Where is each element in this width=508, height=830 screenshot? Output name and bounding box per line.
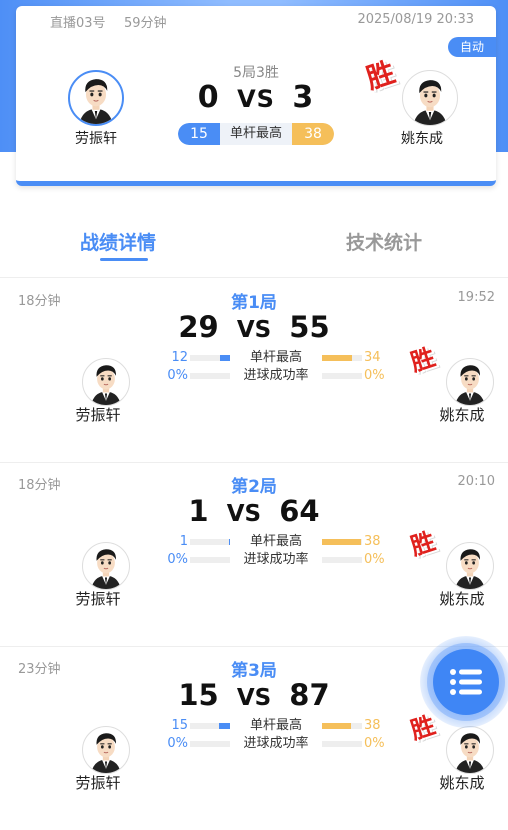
- tab-bar: 战绩详情 技术统计: [0, 210, 508, 270]
- score-left: 1: [188, 494, 209, 528]
- player-left-avatar[interactable]: [82, 726, 130, 774]
- stat-pot-success: 0% 进球成功率 0%: [160, 736, 392, 752]
- stat-left-bar: [190, 741, 230, 747]
- player-avatar-icon: [85, 543, 127, 589]
- player-right-avatar[interactable]: [402, 70, 458, 126]
- stat-high-break: 15 单杆最高 38: [160, 718, 392, 734]
- stat-right-bar: [322, 373, 362, 379]
- score-right: 64: [279, 494, 320, 528]
- player-right-name: 姚东成: [439, 406, 485, 424]
- menu-fab-button[interactable]: [433, 649, 499, 715]
- score-left: 15: [178, 678, 219, 712]
- player-right-avatar[interactable]: [446, 726, 494, 774]
- player-avatar-icon: [85, 359, 127, 405]
- player-left-name: 劳振轩: [75, 774, 121, 792]
- room-label: 直播03号: [50, 16, 106, 31]
- stat-high-break: 1 单杆最高 38: [160, 534, 392, 550]
- vs-label: VS: [226, 501, 262, 527]
- high-break-left: 15: [178, 123, 220, 145]
- player-avatar-icon: [449, 543, 491, 589]
- stat-high-break: 12 单杆最高 34: [160, 350, 392, 366]
- player-left-name: 劳振轩: [75, 406, 121, 424]
- score-right: 3: [292, 80, 315, 115]
- stat-left-value: 12: [171, 350, 188, 365]
- player-avatar-icon: [449, 359, 491, 405]
- stat-left-bar: [190, 539, 230, 545]
- stat-label: 进球成功率: [243, 736, 309, 751]
- stat-left-value: 0%: [167, 736, 188, 751]
- game-card-1[interactable]: 18分钟 19:52 第1局 29 VS 55 12 单杆最高 34 0% 进球…: [0, 278, 508, 462]
- player-avatar-icon: [85, 727, 127, 773]
- stat-pot-success: 0% 进球成功率 0%: [160, 368, 392, 384]
- stat-left-value: 0%: [167, 552, 188, 567]
- player-avatar-icon: [449, 727, 491, 773]
- tab-active-indicator: [100, 258, 148, 261]
- high-break-label: 单杆最高: [229, 126, 282, 141]
- vs-label: VS: [236, 317, 272, 343]
- player-right-avatar[interactable]: [446, 542, 494, 590]
- match-duration: 59分钟: [124, 16, 167, 31]
- player-left-name: 劳振轩: [75, 131, 117, 147]
- stat-left-fill: [218, 723, 230, 729]
- stat-pot-success: 0% 进球成功率 0%: [160, 552, 392, 568]
- match-datetime: 2025/08/19 20:33: [357, 12, 474, 27]
- stat-left-fill: [219, 355, 230, 361]
- stat-right-value: 0%: [364, 368, 385, 383]
- stat-label: 进球成功率: [243, 368, 309, 383]
- stat-right-value: 0%: [364, 552, 385, 567]
- game-score: 29 VS 55: [0, 310, 508, 344]
- stat-label: 单杆最高: [249, 350, 302, 365]
- stat-right-bar: [322, 557, 362, 563]
- player-avatar-icon: [72, 72, 120, 124]
- stat-left-bar: [190, 557, 230, 563]
- score-left: 0: [197, 80, 220, 115]
- stat-left-value: 1: [179, 534, 188, 549]
- stat-right-fill: [322, 355, 352, 361]
- high-break-right: 38: [292, 123, 334, 145]
- stat-left-fill: [228, 539, 230, 545]
- score-right: 55: [289, 310, 330, 344]
- stat-left-value: 0%: [167, 368, 188, 383]
- stat-label: 进球成功率: [243, 552, 309, 567]
- stat-left-bar: [190, 723, 230, 729]
- stat-right-value: 34: [364, 350, 381, 365]
- stat-left-bar: [190, 373, 230, 379]
- vs-label: VS: [237, 85, 275, 113]
- stat-left-value: 15: [171, 718, 188, 733]
- stat-right-bar: [322, 723, 362, 729]
- stat-right-fill: [322, 723, 351, 729]
- player-left-avatar[interactable]: [82, 358, 130, 406]
- stat-right-bar: [322, 539, 362, 545]
- score-left: 29: [178, 310, 219, 344]
- tab-match-record[interactable]: 战绩详情: [80, 228, 156, 255]
- player-right-avatar[interactable]: [446, 358, 494, 406]
- player-left-avatar[interactable]: [82, 542, 130, 590]
- tab-technical-stats[interactable]: 技术统计: [346, 228, 422, 255]
- stat-right-fill: [322, 539, 361, 545]
- player-left-avatar[interactable]: [68, 70, 124, 126]
- auto-badge[interactable]: 自动: [448, 37, 496, 57]
- stat-left-bar: [190, 355, 230, 361]
- stat-right-value: 38: [364, 534, 381, 549]
- stat-label: 单杆最高: [249, 534, 302, 549]
- stat-right-bar: [322, 355, 362, 361]
- player-avatar-icon: [406, 73, 454, 125]
- match-summary-card: 直播03号 59分钟 2025/08/19 20:33 自动 5局3胜 0 VS…: [16, 6, 496, 186]
- score-right: 87: [289, 678, 330, 712]
- player-right-name: 姚东成: [401, 131, 443, 147]
- stat-label: 单杆最高: [249, 718, 302, 733]
- player-right-name: 姚东成: [439, 774, 485, 792]
- player-right-name: 姚东成: [439, 590, 485, 608]
- list-menu-icon: [450, 669, 482, 695]
- player-left-name: 劳振轩: [75, 590, 121, 608]
- vs-label: VS: [236, 685, 272, 711]
- game-score: 1 VS 64: [0, 494, 508, 528]
- game-card-2[interactable]: 18分钟 20:10 第2局 1 VS 64 1 单杆最高 38 0% 进球成功…: [0, 462, 508, 646]
- high-break-comparison: 15 单杆最高 38: [178, 123, 334, 145]
- stat-right-value: 38: [364, 718, 381, 733]
- stat-right-bar: [322, 741, 362, 747]
- stat-right-value: 0%: [364, 736, 385, 751]
